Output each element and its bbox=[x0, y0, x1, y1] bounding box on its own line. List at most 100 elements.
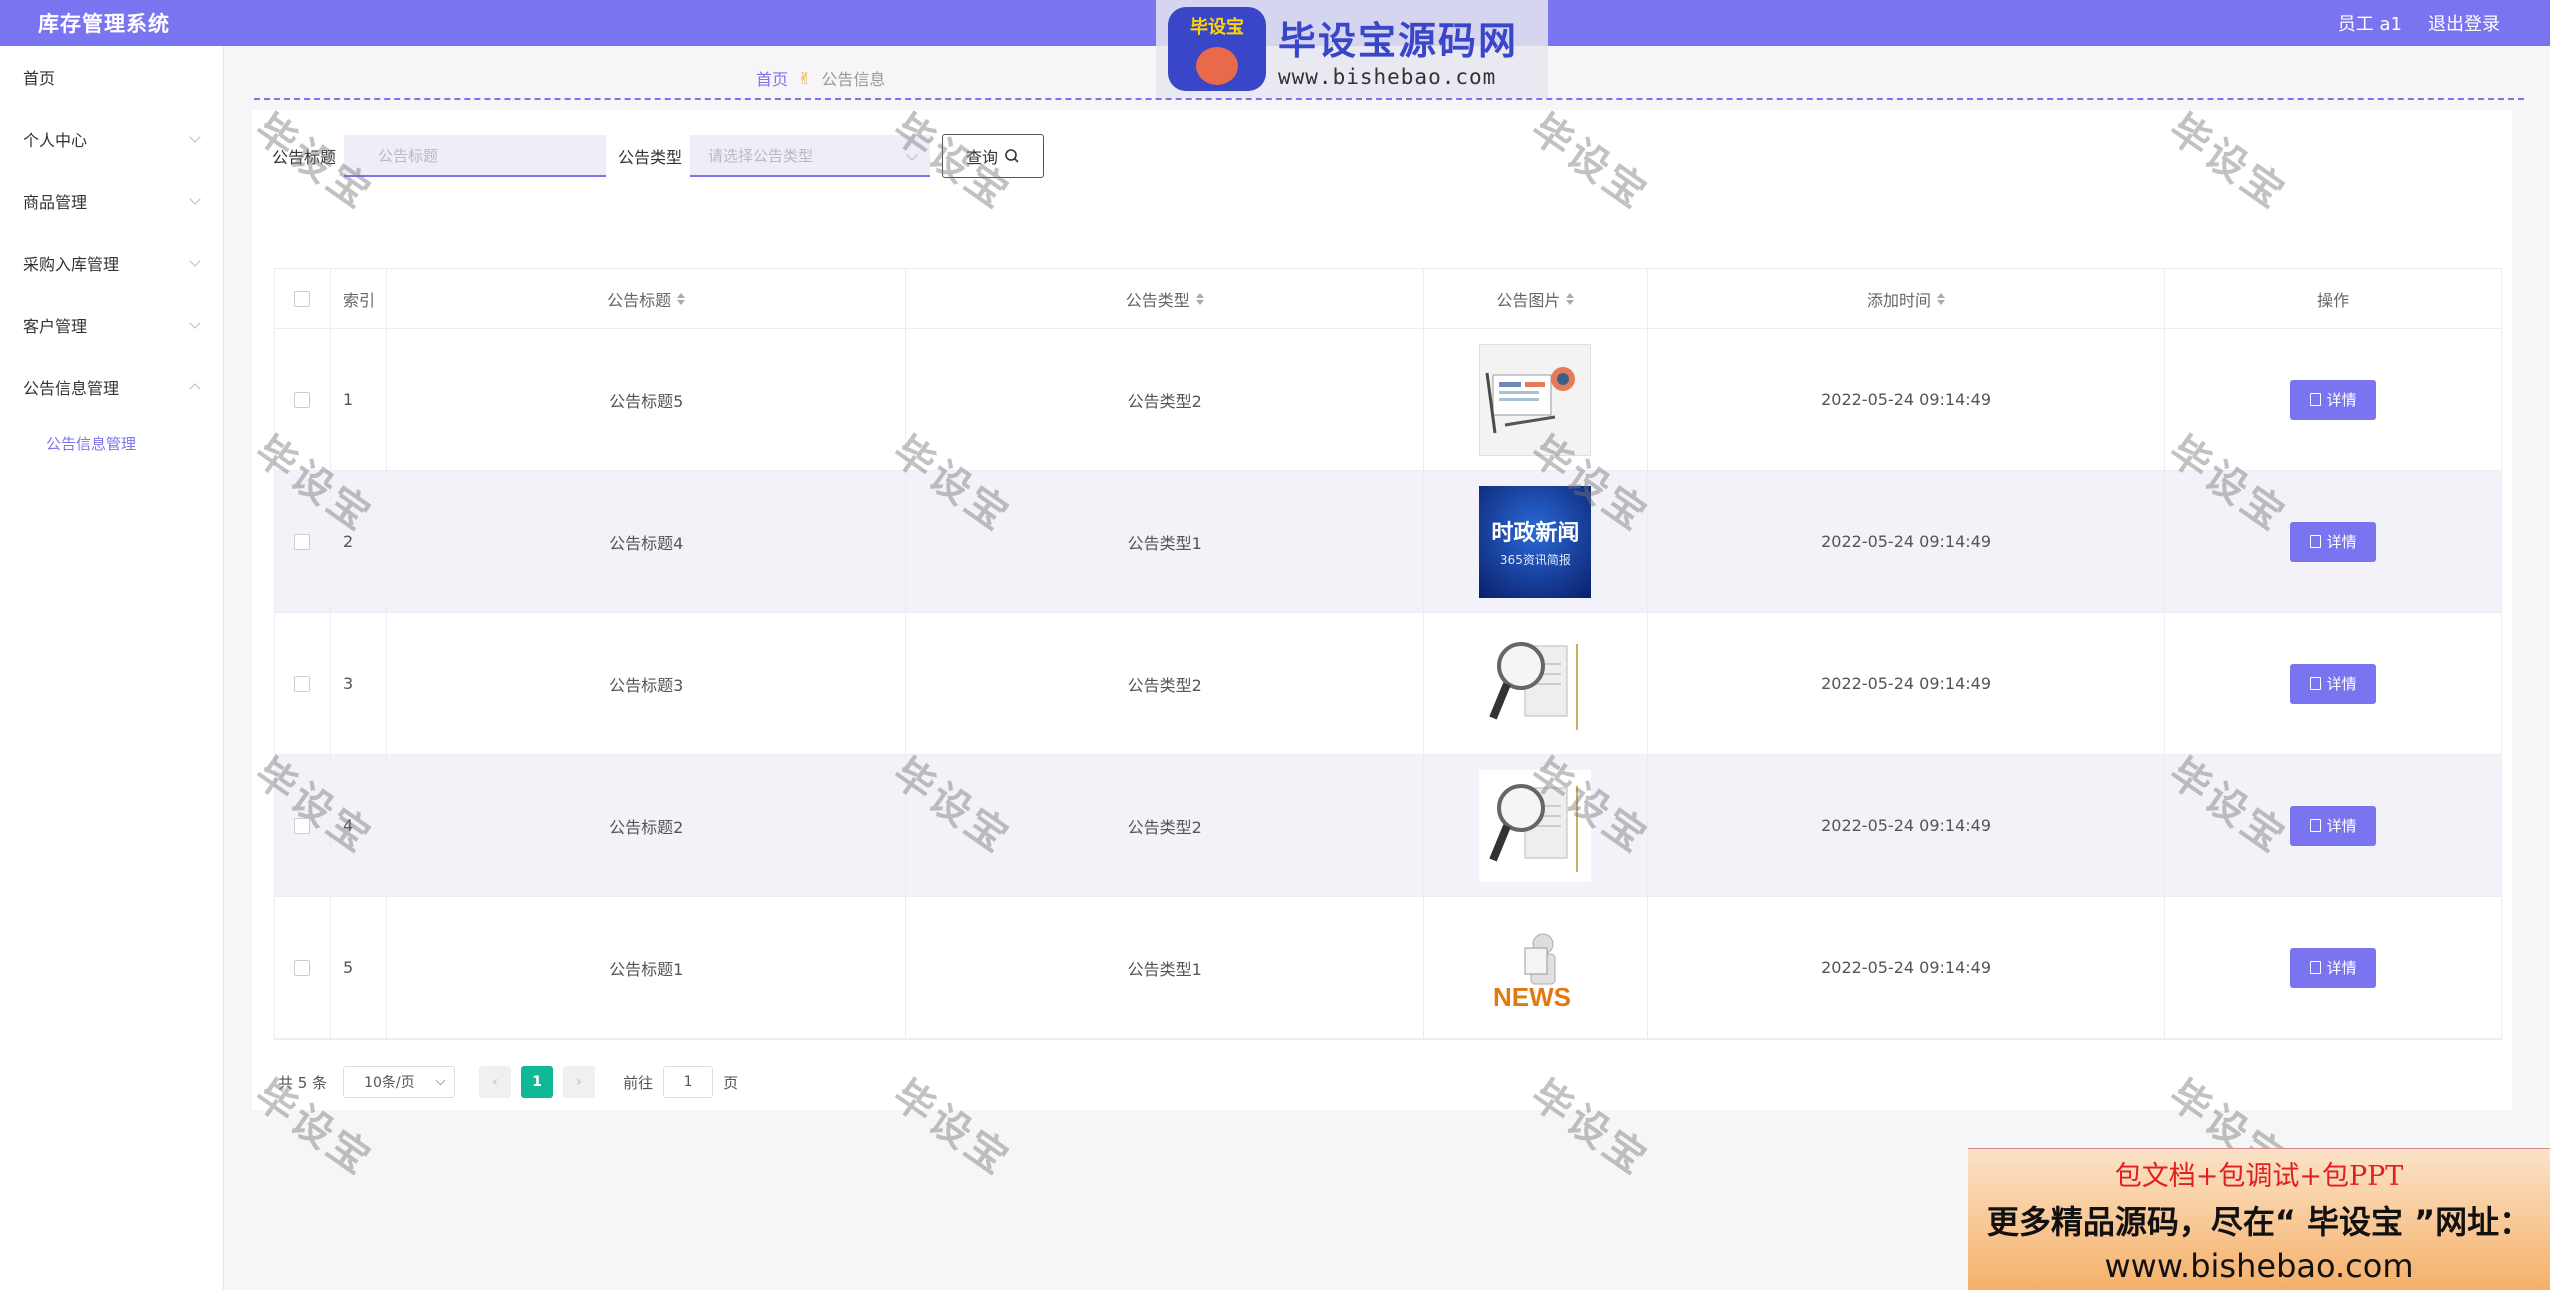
breadcrumb-home[interactable]: 首页 bbox=[756, 66, 788, 90]
row-index: 5 bbox=[331, 897, 387, 1038]
news-magnifier-image[interactable] bbox=[1479, 769, 1592, 882]
news-figure-image[interactable]: NEWS bbox=[1479, 911, 1592, 1024]
header-index: 索引 bbox=[331, 269, 387, 328]
chevron-down-icon bbox=[189, 131, 201, 143]
detail-button[interactable]: 详情 bbox=[2290, 379, 2377, 420]
page-size-value: 10条/页 bbox=[364, 1075, 415, 1091]
sidebar-item-purchase[interactable]: 采购入库管理 bbox=[0, 232, 223, 294]
table-row: 2 公告标题4 公告类型1 时政新闻 365资讯简报 2022-05-24 09… bbox=[275, 471, 2501, 613]
table-header-row: 索引 公告标题 公告类型 公告图片 添加时间 操作 bbox=[275, 269, 2501, 329]
row-checkbox[interactable] bbox=[294, 959, 311, 976]
detail-label: 详情 bbox=[2326, 533, 2357, 551]
document-icon bbox=[2309, 819, 2321, 832]
row-index: 2 bbox=[331, 471, 387, 612]
row-index: 3 bbox=[331, 613, 387, 754]
row-checkbox[interactable] bbox=[294, 391, 311, 408]
logo-badge-text: 毕设宝 bbox=[1190, 17, 1244, 38]
hand-icon: ✌ bbox=[798, 68, 812, 88]
select-all-checkbox[interactable] bbox=[294, 290, 311, 307]
detail-button[interactable]: 详情 bbox=[2290, 947, 2377, 988]
detail-button[interactable]: 详情 bbox=[2290, 663, 2377, 704]
header-title[interactable]: 公告标题 bbox=[387, 269, 907, 328]
row-title: 公告标题4 bbox=[387, 471, 907, 612]
detail-label: 详情 bbox=[2326, 391, 2357, 409]
query-button[interactable]: 查询 bbox=[942, 134, 1045, 178]
header-type-label: 公告类型 bbox=[1125, 290, 1190, 310]
table-row: 4 公告标题2 公告类型2 2022-05-24 09:14:49 详情 bbox=[275, 755, 2501, 897]
chevron-down-icon bbox=[435, 1075, 446, 1086]
sidebar-item-label: 个人中心 bbox=[23, 131, 88, 150]
row-title: 公告标题5 bbox=[387, 329, 907, 470]
header-time-label: 添加时间 bbox=[1867, 290, 1932, 310]
goto-page-input[interactable]: 1 bbox=[663, 1066, 714, 1098]
title-search-input[interactable]: 公告标题 bbox=[344, 135, 607, 177]
next-page-button[interactable]: › bbox=[563, 1066, 596, 1098]
logout-link[interactable]: 退出登录 bbox=[2428, 10, 2500, 36]
pagination-total: 共 5 条 bbox=[278, 1073, 328, 1092]
news-banner-image[interactable]: 时政新闻 365资讯简报 bbox=[1479, 485, 1592, 598]
sidebar-item-home[interactable]: 首页 bbox=[0, 46, 223, 108]
row-type: 公告类型1 bbox=[906, 897, 1424, 1038]
header-title-label: 公告标题 bbox=[607, 290, 672, 310]
row-title: 公告标题3 bbox=[387, 613, 907, 754]
breadcrumb: 首页 ✌ 公告信息 bbox=[756, 66, 885, 90]
search-bar: 公告标题 公告标题 公告类型 请选择公告类型 查询 bbox=[272, 134, 1045, 178]
sidebar-item-label: 首页 bbox=[23, 69, 56, 88]
content-panel: 公告标题 公告标题 公告类型 请选择公告类型 查询 索引 公告标题 公告类型 公… bbox=[252, 110, 2512, 1110]
chevron-down-icon bbox=[189, 317, 201, 329]
logo-badge-icon: 毕设宝 bbox=[1168, 7, 1266, 91]
banner-subtitle: 365资讯简报 bbox=[1499, 553, 1571, 567]
sidebar-subitem-notice-manage[interactable]: 公告信息管理 bbox=[0, 418, 223, 468]
sort-icon[interactable] bbox=[1566, 292, 1575, 305]
sort-icon[interactable] bbox=[1195, 292, 1204, 305]
header-time[interactable]: 添加时间 bbox=[1648, 269, 2166, 328]
sidebar-item-notice[interactable]: 公告信息管理 bbox=[0, 356, 223, 418]
user-name[interactable]: 员工 a1 bbox=[2338, 10, 2402, 36]
table-row: 1 公告标题5 公告类型2 2022-05-24 09:14:49 详情 bbox=[275, 329, 2501, 471]
header-image[interactable]: 公告图片 bbox=[1424, 269, 1648, 328]
goto-suffix: 页 bbox=[723, 1073, 739, 1092]
watermark-logo: 毕设宝 毕设宝源码网 www.bishebao.com bbox=[1156, 0, 1548, 98]
row-checkbox[interactable] bbox=[294, 817, 311, 834]
ad-line-3: www.bishebao.com bbox=[2104, 1247, 2414, 1285]
banner-title: 时政新闻 bbox=[1491, 521, 1580, 546]
sidebar-item-personal[interactable]: 个人中心 bbox=[0, 108, 223, 170]
page-number-current[interactable]: 1 bbox=[521, 1066, 554, 1098]
row-type: 公告类型2 bbox=[906, 755, 1424, 896]
sidebar-item-label: 客户管理 bbox=[23, 317, 88, 336]
row-time: 2022-05-24 09:14:49 bbox=[1648, 613, 2166, 754]
ad-line-2: 更多精品源码，尽在“ 毕设宝 ”网址： bbox=[1986, 1203, 2532, 1241]
row-index: 1 bbox=[331, 329, 387, 470]
logo-small-text: www.bishebao.com bbox=[1278, 64, 1497, 89]
sidebar-item-label: 采购入库管理 bbox=[23, 255, 120, 274]
sidebar: 首页 个人中心 商品管理 采购入库管理 客户管理 公告信息管理 公告信息管理 bbox=[0, 46, 224, 1290]
prev-page-button[interactable]: ‹ bbox=[479, 1066, 512, 1098]
header-type[interactable]: 公告类型 bbox=[906, 269, 1424, 328]
page-size-select[interactable]: 10条/页 bbox=[343, 1066, 456, 1098]
ad-banner[interactable]: 包文档+包调试+包PPT 更多精品源码，尽在“ 毕设宝 ”网址： www.bis… bbox=[1968, 1148, 2550, 1290]
sort-icon[interactable] bbox=[677, 292, 686, 305]
row-type: 公告类型1 bbox=[906, 471, 1424, 612]
header-image-label: 公告图片 bbox=[1496, 290, 1561, 310]
search-icon bbox=[1005, 149, 1019, 163]
detail-button[interactable]: 详情 bbox=[2290, 521, 2377, 562]
document-icon bbox=[2309, 961, 2321, 974]
row-time: 2022-05-24 09:14:49 bbox=[1648, 897, 2166, 1038]
sidebar-item-label: 商品管理 bbox=[23, 193, 88, 212]
row-type: 公告类型2 bbox=[906, 613, 1424, 754]
news-magnifier-image[interactable] bbox=[1479, 627, 1592, 740]
chevron-down-icon bbox=[189, 255, 201, 267]
header-op: 操作 bbox=[2317, 290, 2350, 310]
breadcrumb-current: 公告信息 bbox=[821, 70, 886, 89]
sort-icon[interactable] bbox=[1937, 292, 1946, 305]
type-select[interactable]: 请选择公告类型 bbox=[690, 135, 931, 177]
document-icon bbox=[2309, 677, 2321, 690]
row-title: 公告标题2 bbox=[387, 755, 907, 896]
detail-button[interactable]: 详情 bbox=[2290, 805, 2377, 846]
row-checkbox[interactable] bbox=[294, 675, 311, 692]
row-checkbox[interactable] bbox=[294, 533, 311, 550]
sidebar-item-customer[interactable]: 客户管理 bbox=[0, 294, 223, 356]
document-icon bbox=[2309, 393, 2321, 406]
sidebar-item-goods[interactable]: 商品管理 bbox=[0, 170, 223, 232]
news-laptop-image[interactable] bbox=[1479, 343, 1592, 456]
